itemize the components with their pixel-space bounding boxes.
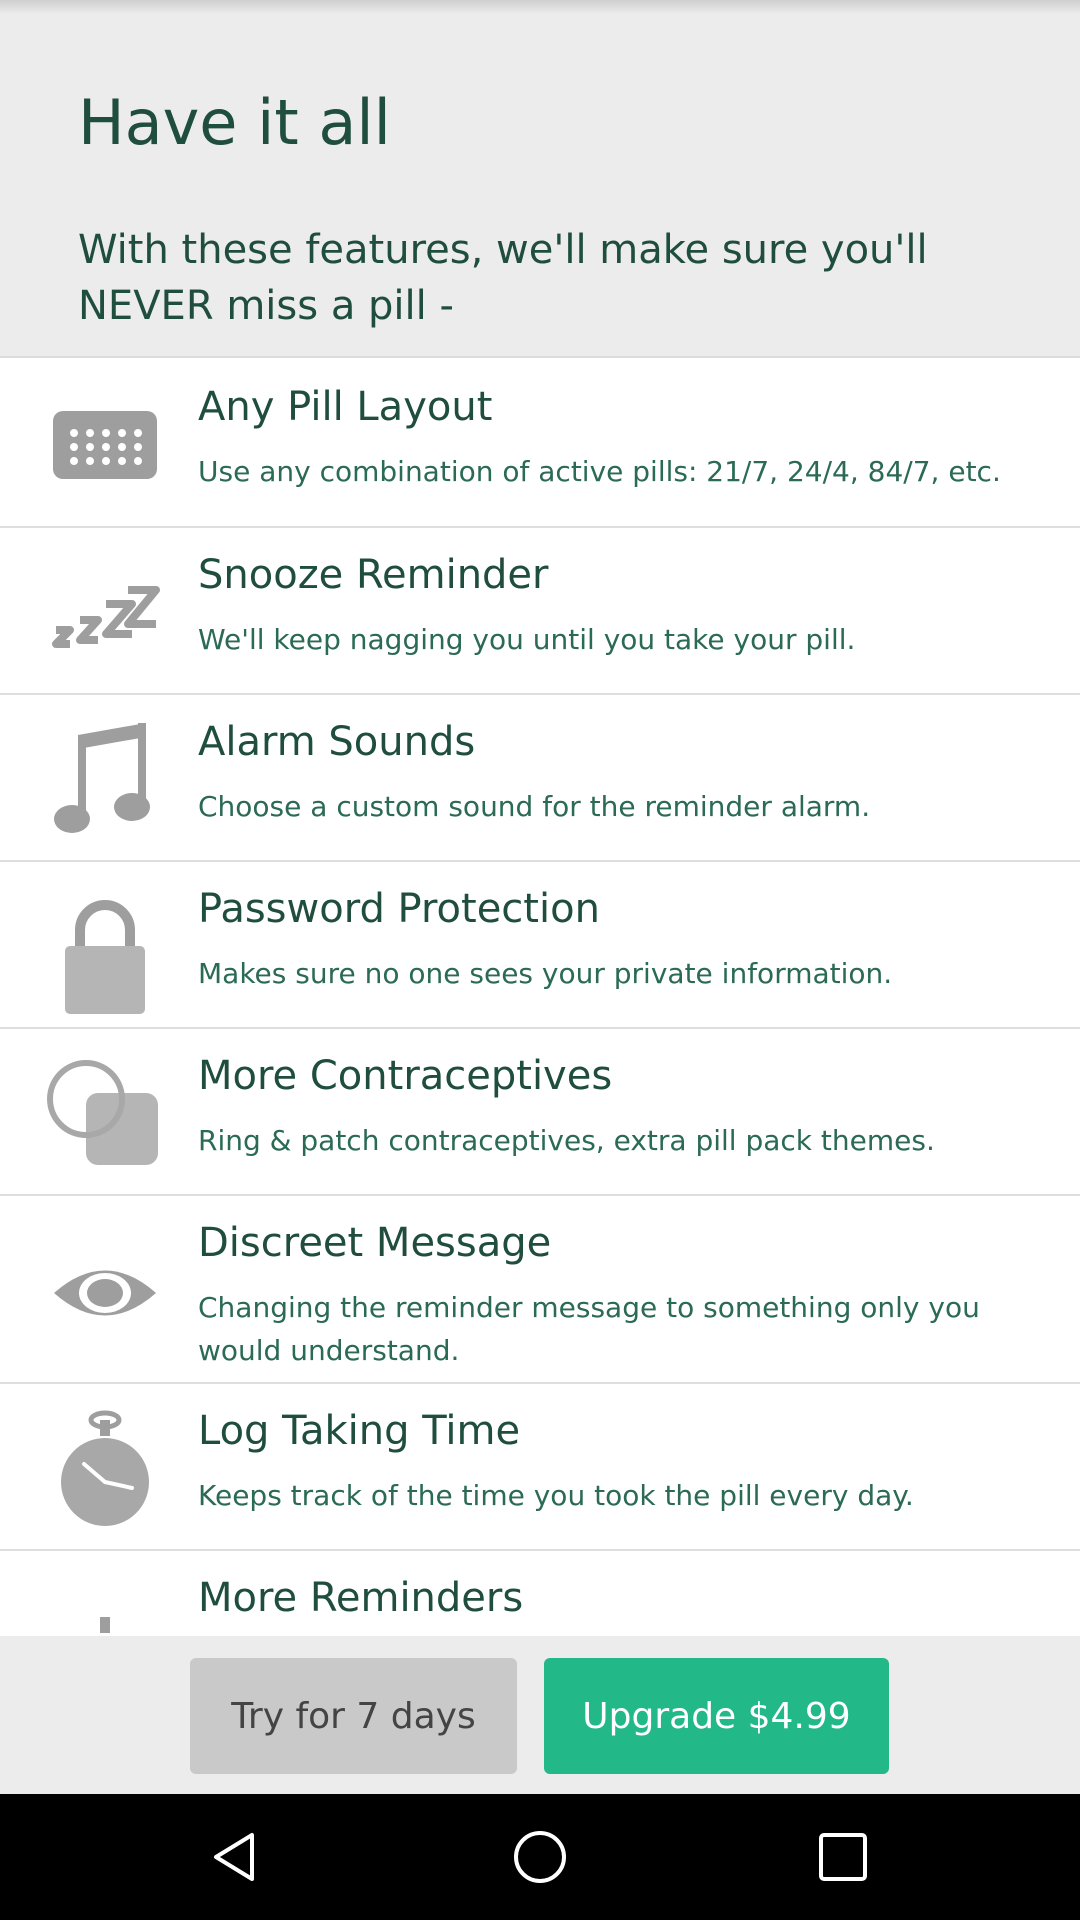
back-icon[interactable] [206, 1827, 266, 1887]
feature-password-protection: Password Protection Makes sure no one se… [0, 862, 1080, 1029]
feature-description: Changing the reminder message to somethi… [198, 1291, 980, 1367]
page-title: Have it all [78, 86, 391, 159]
feature-more-reminders: More Reminders [0, 1551, 1080, 1636]
feature-more-contraceptives: More Contraceptives Ring & patch contrac… [0, 1029, 1080, 1196]
feature-snooze-reminder: Snooze Reminder We'll keep nagging you u… [0, 528, 1080, 695]
feature-description: Use any combination of active pills: 21/… [198, 455, 1001, 488]
music-note-icon [40, 715, 170, 845]
header: Have it all With these features, we'll m… [0, 0, 1080, 358]
zzz-icon [40, 546, 170, 676]
stopwatch-icon [40, 1408, 170, 1538]
feature-alarm-sounds: Alarm Sounds Choose a custom sound for t… [0, 695, 1080, 862]
feature-title: More Contraceptives [198, 1053, 613, 1099]
feature-title: Log Taking Time [198, 1408, 521, 1454]
upgrade-button[interactable]: Upgrade $4.99 [544, 1658, 889, 1774]
bottom-bar: Try for 7 days Upgrade $4.99 [0, 1636, 1080, 1794]
status-shadow [0, 0, 1080, 14]
recents-icon[interactable] [813, 1827, 873, 1887]
feature-title: Snooze Reminder [198, 552, 549, 598]
eye-icon [40, 1228, 170, 1358]
alarm-clock-icon [40, 1575, 170, 1636]
feature-log-taking-time: Log Taking Time Keeps track of the time … [0, 1384, 1080, 1551]
ring-patch-icon [40, 1049, 170, 1179]
feature-description: We'll keep nagging you until you take yo… [198, 623, 856, 656]
feature-description: Keeps track of the time you took the pil… [198, 1479, 914, 1512]
feature-description: Makes sure no one sees your private info… [198, 957, 893, 990]
home-icon[interactable] [510, 1827, 570, 1887]
lock-icon [40, 888, 170, 1018]
feature-list[interactable]: Any Pill Layout Use any combination of a… [0, 360, 1080, 1636]
feature-title: Discreet Message [198, 1220, 552, 1266]
feature-title: More Reminders [198, 1575, 524, 1621]
feature-title: Alarm Sounds [198, 719, 476, 765]
feature-title: Any Pill Layout [198, 384, 493, 430]
system-nav-bar [0, 1794, 1080, 1920]
page-subtitle: With these features, we'll make sure you… [78, 227, 928, 329]
feature-title: Password Protection [198, 886, 600, 932]
feature-description: Ring & patch contraceptives, extra pill … [198, 1124, 935, 1157]
feature-any-pill-layout: Any Pill Layout Use any combination of a… [0, 360, 1080, 528]
feature-description: Choose a custom sound for the reminder a… [198, 790, 871, 823]
try-free-button[interactable]: Try for 7 days [190, 1658, 517, 1774]
calendar-grid-icon [40, 379, 170, 509]
feature-discreet-message: Discreet Message Changing the reminder m… [0, 1196, 1080, 1384]
